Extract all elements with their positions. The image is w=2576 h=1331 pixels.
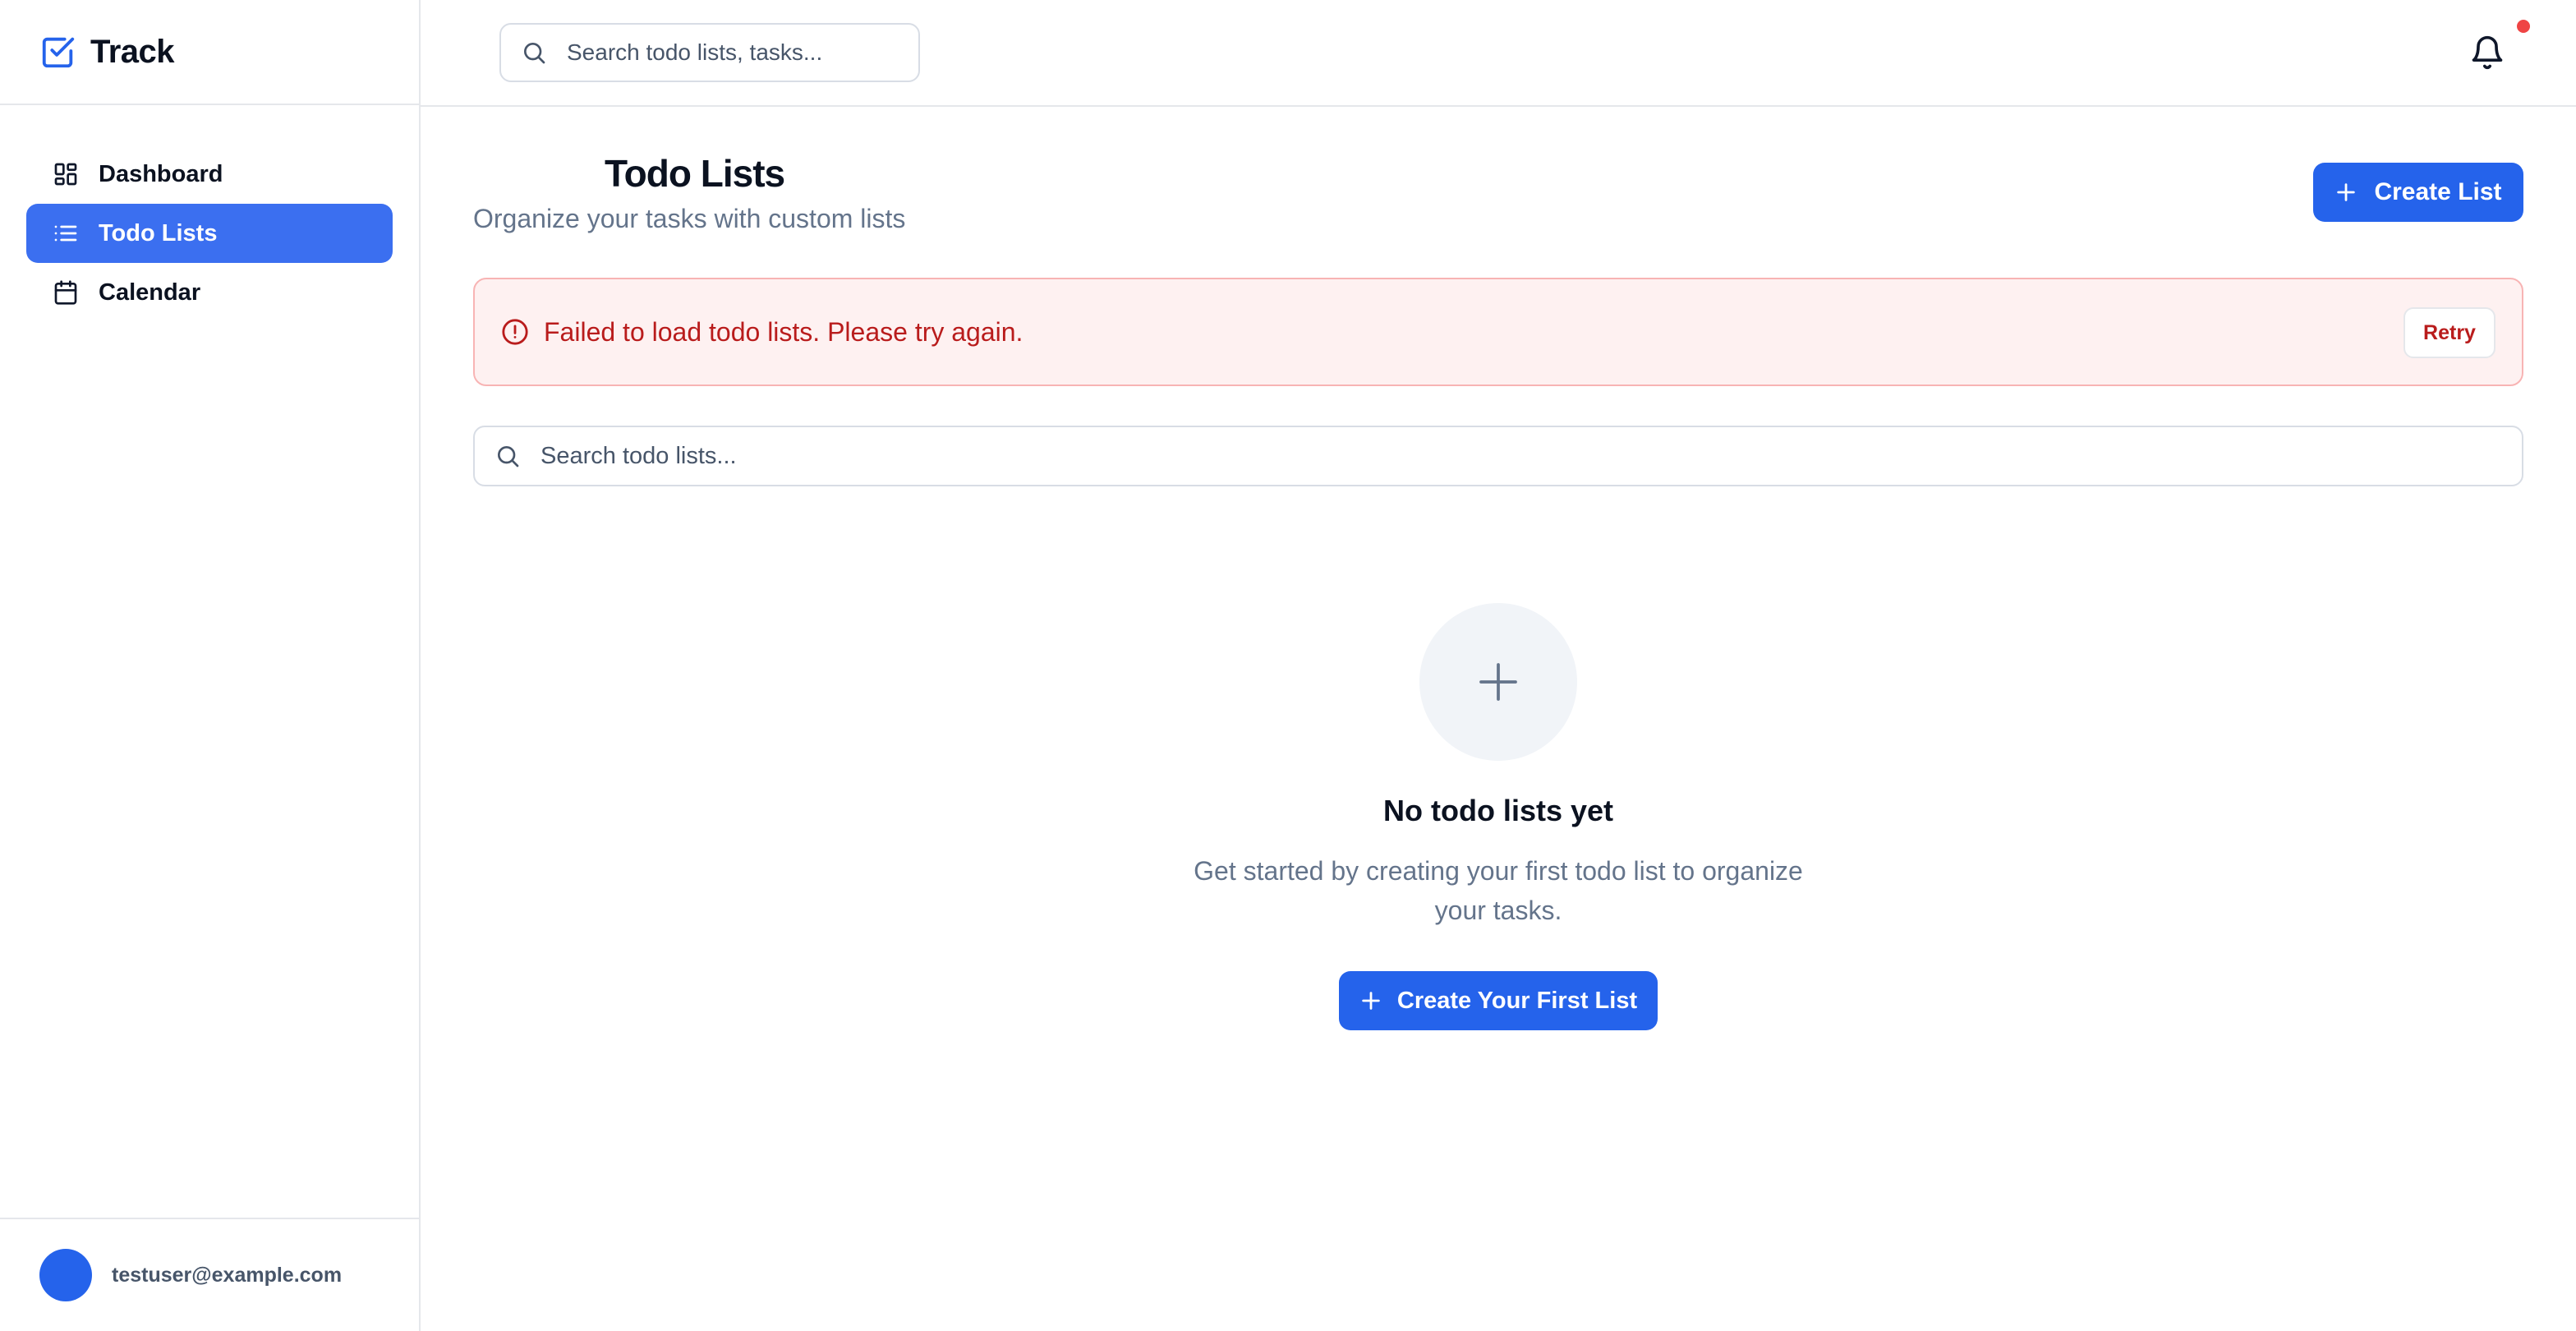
alert-circle-icon	[501, 318, 529, 346]
sidebar-item-label: Dashboard	[99, 160, 223, 187]
error-alert: Failed to load todo lists. Please try ag…	[473, 278, 2523, 386]
search-icon	[521, 39, 547, 66]
list-search-input[interactable]	[540, 442, 2512, 470]
create-list-button[interactable]: Create List	[2313, 163, 2523, 222]
plus-icon	[1359, 989, 1382, 1012]
brand[interactable]: Track	[0, 0, 419, 105]
sidebar-nav: Dashboard Todo Lists Calendar	[0, 105, 419, 322]
create-first-list-label: Create Your First List	[1396, 987, 1638, 1014]
page-subtitle: Organize your tasks with custom lists	[473, 204, 906, 233]
user-profile[interactable]: testuser@example.com	[0, 1218, 419, 1331]
notification-dot	[2517, 20, 2530, 33]
sidebar-item-label: Calendar	[99, 279, 201, 306]
list-icon	[53, 220, 79, 246]
retry-button[interactable]: Retry	[2404, 307, 2496, 358]
sidebar-item-label: Todo Lists	[99, 219, 218, 246]
sidebar-item-calendar[interactable]: Calendar	[26, 263, 393, 322]
sidebar-item-dashboard[interactable]: Dashboard	[26, 145, 393, 204]
create-list-label: Create List	[2374, 178, 2502, 205]
plus-icon	[2334, 181, 2358, 204]
empty-state: No todo lists yet Get started by creatin…	[473, 603, 2523, 1030]
empty-state-illustration	[1419, 603, 1577, 761]
calendar-icon	[53, 279, 79, 306]
plus-icon	[1475, 659, 1521, 705]
dashboard-icon	[53, 161, 79, 187]
sidebar: Track Dashboard Todo Lists Calendar test…	[0, 0, 421, 1331]
empty-state-title: No todo lists yet	[1382, 794, 1614, 827]
app-name: Track	[90, 33, 175, 70]
create-first-list-button[interactable]: Create Your First List	[1339, 971, 1658, 1030]
empty-state-description: Get started by creating your first todo …	[1194, 856, 1803, 925]
list-search[interactable]	[473, 426, 2523, 486]
bell-icon[interactable]	[2469, 33, 2505, 72]
avatar[interactable]	[39, 1249, 92, 1301]
error-message: Failed to load todo lists. Please try ag…	[544, 316, 1024, 347]
search-icon	[494, 443, 521, 469]
sidebar-item-todo-lists[interactable]: Todo Lists	[26, 204, 393, 263]
topbar	[421, 0, 2576, 107]
page-title: Todo Lists	[605, 152, 785, 195]
checkbox-logo-icon	[39, 33, 77, 71]
global-search[interactable]	[499, 23, 920, 82]
global-search-input[interactable]	[567, 39, 912, 66]
user-email: testuser@example.com	[112, 1263, 343, 1287]
